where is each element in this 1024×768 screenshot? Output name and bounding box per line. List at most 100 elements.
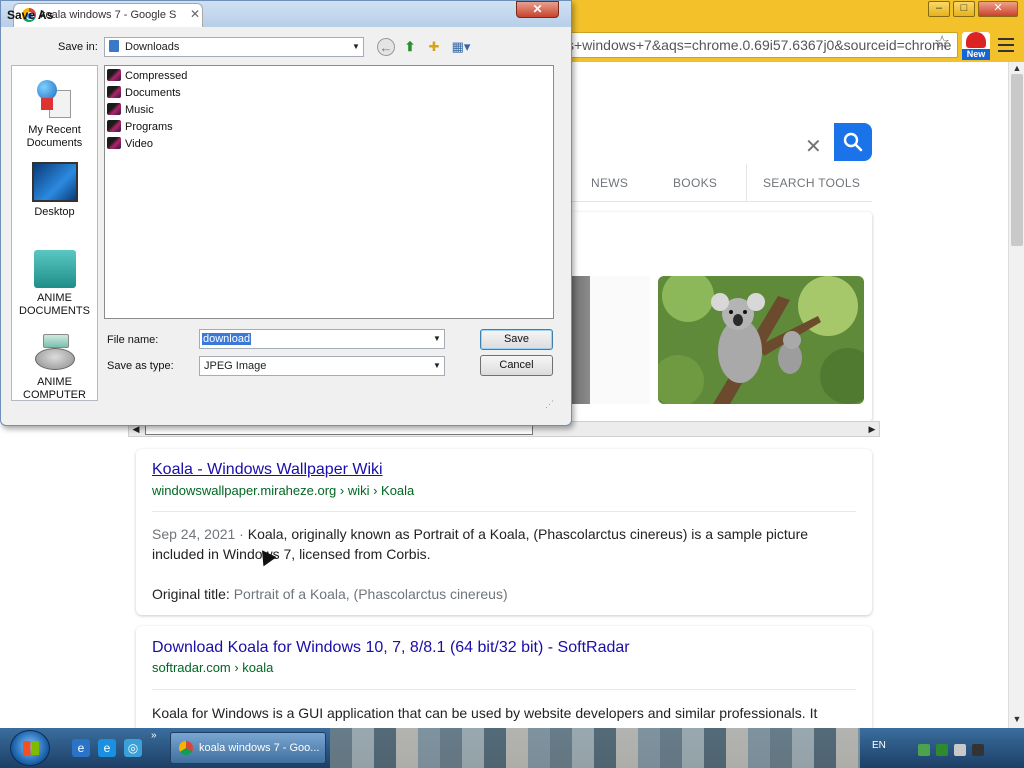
taskbar-window-label: koala windows 7 - Goo...: [199, 742, 320, 754]
close-window-button[interactable]: ✕: [978, 1, 1018, 17]
result-url[interactable]: windowswallpaper.miraheze.org › wiki › K…: [152, 483, 414, 498]
language-indicator[interactable]: EN: [872, 740, 886, 751]
clear-search-icon[interactable]: ✕: [805, 134, 822, 159]
save-in-value: Downloads: [125, 41, 180, 53]
tab-close-icon[interactable]: ✕: [190, 7, 200, 21]
scroll-right-icon[interactable]: ▶: [866, 423, 878, 435]
place-desktop[interactable]: Desktop: [12, 162, 97, 219]
extension-new-badge: New: [962, 49, 990, 60]
place-label: ANIME DOCUMENTS: [19, 292, 90, 317]
search-tabs: NEWS BOOKS SEARCH TOOLS: [570, 164, 872, 202]
ie-icon[interactable]: e: [72, 739, 90, 757]
folder-item[interactable]: Music: [107, 102, 154, 118]
result-url[interactable]: softradar.com › koala: [152, 660, 273, 675]
folder-icon: [107, 69, 121, 81]
chevron-down-icon: ▼: [433, 361, 441, 370]
tab-search-tools[interactable]: SEARCH TOOLS: [763, 176, 860, 190]
folder-item[interactable]: Video: [107, 136, 153, 152]
places-bar: My Recent Documents Desktop ANIME DOCUME…: [11, 65, 98, 401]
chrome-icon: [179, 741, 193, 755]
original-title-value: Portrait of a Koala, (Phascolarctus cine…: [233, 586, 508, 602]
save-as-type-dropdown[interactable]: JPEG Image ▼: [199, 356, 445, 376]
start-button[interactable]: [10, 730, 50, 766]
chevron-down-icon: ▼: [352, 42, 360, 51]
place-anime-documents[interactable]: ANIME DOCUMENTS: [12, 250, 97, 318]
search-button[interactable]: [834, 123, 872, 161]
tab-title: koala windows 7 - Google S: [40, 9, 177, 21]
file-list[interactable]: Compressed Documents Music Programs Vide…: [104, 65, 554, 319]
network-icon[interactable]: ◎: [124, 739, 142, 757]
save-in-label: Save in:: [58, 41, 98, 53]
tab-books[interactable]: BOOKS: [673, 176, 717, 190]
folder-item[interactable]: Documents: [107, 85, 181, 101]
new-folder-icon[interactable]: ✚: [425, 38, 443, 56]
folder-icon: [107, 103, 121, 115]
result-title-link[interactable]: Download Koala for Windows 10, 7, 8/8.1 …: [152, 639, 630, 657]
tab-news[interactable]: NEWS: [591, 176, 628, 190]
place-label: ANIME COMPUTER: [23, 376, 86, 401]
place-label: Desktop: [34, 206, 75, 218]
folder-icon: [107, 137, 121, 149]
folder-item[interactable]: Compressed: [107, 68, 187, 84]
result-original-title: Original title: Portrait of a Koala, (Ph…: [152, 584, 852, 604]
place-label: My Recent Documents: [26, 124, 83, 149]
image-results-card: [570, 212, 872, 422]
folder-icon: [107, 120, 121, 132]
koala-image-thumbnail[interactable]: [658, 276, 864, 404]
result-snippet: Koala for Windows is a GUI application t…: [152, 705, 818, 721]
tray-app-icon[interactable]: [936, 744, 948, 756]
scrollbar-thumb[interactable]: [1011, 74, 1023, 246]
dialog-title: Save As: [7, 8, 54, 22]
place-anime-computer[interactable]: ANIME COMPUTER: [12, 334, 97, 402]
search-result: Koala - Windows Wallpaper Wiki windowswa…: [136, 449, 872, 615]
tray-app-icon[interactable]: [918, 744, 930, 756]
minimize-button[interactable]: –: [928, 1, 950, 17]
dialog-close-button[interactable]: ✕: [516, 1, 559, 18]
place-recent-documents[interactable]: My Recent Documents: [12, 78, 97, 150]
folder-icon: [107, 86, 121, 98]
back-icon[interactable]: ←: [377, 38, 395, 56]
save-button[interactable]: Save: [480, 329, 553, 350]
maximize-button[interactable]: □: [953, 1, 975, 17]
search-result: Download Koala for Windows 10, 7, 8/8.1 …: [136, 626, 872, 728]
folder-item[interactable]: Programs: [107, 119, 173, 135]
save-as-type-label: Save as type:: [107, 360, 174, 372]
image-thumbnail[interactable]: [570, 276, 650, 404]
address-bar[interactable]: s+windows+7&aqs=chrome.0.69i57.6367j0&so…: [560, 32, 958, 58]
search-icon: [843, 132, 863, 152]
cancel-button[interactable]: Cancel: [480, 355, 553, 376]
anime-documents-icon: [33, 250, 76, 288]
ie-icon[interactable]: e: [98, 739, 116, 757]
view-menu-icon[interactable]: ▦▾: [449, 38, 473, 56]
save-as-dialog: koala windows 7 - Google S ✕ Save As ✕ S…: [0, 0, 572, 426]
quick-launch-more-icon[interactable]: »: [151, 730, 157, 741]
volume-icon[interactable]: [972, 744, 984, 756]
chevron-down-icon[interactable]: ▼: [430, 330, 444, 348]
original-title-label: Original title:: [152, 586, 230, 602]
windows-logo-icon: [23, 741, 39, 755]
file-name-input[interactable]: download ▼: [199, 329, 445, 349]
recent-documents-icon: [35, 78, 75, 120]
result-snippet-text: Koala, originally known as Portrait of a…: [152, 526, 809, 562]
taskbar-chrome-window[interactable]: koala windows 7 - Goo...: [170, 732, 326, 764]
result-title-link[interactable]: Koala - Windows Wallpaper Wiki: [152, 461, 383, 479]
menu-icon[interactable]: [996, 34, 1016, 54]
file-name-value: download: [202, 333, 252, 345]
save-in-dropdown[interactable]: Downloads ▼: [104, 37, 364, 57]
up-folder-icon[interactable]: ⬆: [401, 38, 419, 56]
result-date: Sep 24, 2021 ·: [152, 526, 244, 542]
save-as-type-value: JPEG Image: [204, 360, 267, 372]
page-scrollbar[interactable]: ▲ ▼: [1008, 62, 1024, 728]
extension-icon[interactable]: New: [962, 32, 990, 60]
dialog-title-bar[interactable]: koala windows 7 - Google S ✕ Save As ✕: [1, 1, 571, 27]
tray-app-icon[interactable]: [954, 744, 966, 756]
folder-icon: [109, 40, 119, 52]
resize-grip-icon[interactable]: ⋰: [545, 399, 554, 410]
bookmark-star-icon[interactable]: ☆: [934, 32, 950, 53]
file-name-label: File name:: [107, 334, 159, 346]
blurred-taskbar-area: [330, 728, 860, 768]
scroll-down-icon[interactable]: ▼: [1011, 714, 1023, 726]
taskbar: e e ◎ » koala windows 7 - Goo... EN: [0, 728, 1024, 768]
desktop-icon: [31, 162, 78, 202]
anime-computer-icon: [33, 334, 77, 372]
